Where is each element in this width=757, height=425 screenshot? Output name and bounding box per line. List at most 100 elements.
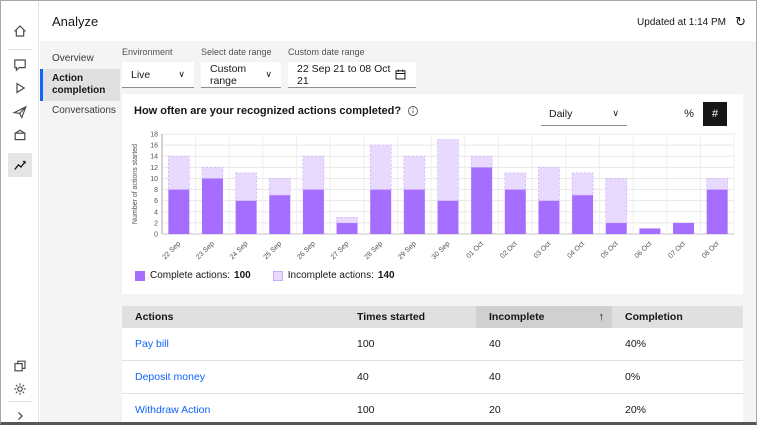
environment-filter: Environment Live ∨ bbox=[122, 47, 194, 88]
app-window: Analyze Updated at 1:14 PM ↻ Overview Ac… bbox=[0, 0, 757, 425]
svg-text:08 Oct: 08 Oct bbox=[701, 240, 721, 260]
svg-text:05 Oct: 05 Oct bbox=[600, 240, 620, 260]
svg-text:4: 4 bbox=[154, 209, 158, 216]
actions-table: Actions Times started Incomplete ↑ Compl… bbox=[122, 306, 743, 422]
page-header: Analyze Updated at 1:14 PM ↻ bbox=[40, 1, 756, 41]
svg-text:16: 16 bbox=[150, 143, 158, 150]
count-toggle-button[interactable]: # bbox=[703, 102, 727, 126]
analyze-icon[interactable] bbox=[8, 153, 32, 177]
svg-text:26 Sep: 26 Sep bbox=[296, 240, 317, 261]
svg-text:25 Sep: 25 Sep bbox=[263, 240, 284, 261]
subnav-item-overview[interactable]: Overview bbox=[40, 49, 120, 69]
svg-text:Number of actions started: Number of actions started bbox=[132, 144, 139, 224]
custom-date-range-label: Custom date range bbox=[288, 47, 365, 57]
svg-text:03 Oct: 03 Oct bbox=[533, 240, 553, 260]
incomplete-legend-swatch bbox=[272, 270, 283, 281]
svg-text:06 Oct: 06 Oct bbox=[634, 240, 654, 260]
svg-text:28 Sep: 28 Sep bbox=[363, 240, 384, 261]
updated-timestamp: Updated at 1:14 PM bbox=[637, 17, 726, 28]
analyze-subnav: Overview Action completion Conversations bbox=[40, 49, 120, 121]
svg-text:02 Oct: 02 Oct bbox=[499, 240, 519, 260]
chart-title: How often are your recognized actions co… bbox=[134, 105, 402, 117]
table-body: Pay bill 100 40 40% Deposit money 40 40 … bbox=[122, 328, 743, 422]
assistants-icon[interactable] bbox=[8, 354, 32, 378]
completion-value: 20% bbox=[625, 404, 647, 416]
svg-text:6: 6 bbox=[154, 198, 158, 205]
subnav-item-conversations[interactable]: Conversations bbox=[40, 101, 120, 121]
content-area: Overview Action completion Conversations… bbox=[40, 41, 756, 422]
interval-value: Daily bbox=[549, 107, 573, 120]
stacked-bar-chart: 0 2 4 6 8 10 12 14 16 18 22 Sep 23 Sep 24 Sep 25 Sep 2… bbox=[128, 130, 738, 271]
subnav-item-action-completion[interactable]: Action completion bbox=[40, 69, 120, 101]
completion-chart-card: How often are your recognized actions co… bbox=[122, 94, 743, 294]
incomplete-value: 20 bbox=[489, 404, 501, 416]
times-started-value: 100 bbox=[357, 338, 375, 350]
svg-text:0: 0 bbox=[154, 232, 158, 239]
svg-text:07 Oct: 07 Oct bbox=[667, 240, 687, 260]
settings-gear-icon[interactable] bbox=[8, 377, 32, 401]
date-range-value: Custom range bbox=[210, 62, 247, 87]
times-started-value: 100 bbox=[357, 404, 375, 416]
environment-label: Environment bbox=[122, 47, 173, 57]
column-header-incomplete[interactable]: Incomplete ↑ bbox=[476, 306, 612, 328]
play-icon[interactable] bbox=[8, 76, 32, 100]
action-link-withdraw-action[interactable]: Withdraw Action bbox=[135, 404, 210, 416]
svg-text:24 Sep: 24 Sep bbox=[229, 240, 250, 261]
svg-text:01 Oct: 01 Oct bbox=[466, 240, 486, 260]
custom-date-range-filter: Custom date range 22 Sep 21 to 08 Oct 21 bbox=[288, 47, 416, 88]
custom-date-range-input[interactable]: 22 Sep 21 to 08 Oct 21 bbox=[288, 62, 416, 88]
info-icon[interactable] bbox=[407, 105, 419, 117]
incomplete-legend-value: 140 bbox=[377, 270, 395, 281]
date-range-label: Select date range bbox=[201, 47, 272, 57]
icon-rail bbox=[1, 1, 39, 422]
svg-text:29 Sep: 29 Sep bbox=[397, 240, 418, 261]
date-range-dropdown[interactable]: Custom range ∨ bbox=[201, 62, 281, 88]
table-row: Withdraw Action 100 20 20% bbox=[122, 394, 743, 422]
environment-value: Live bbox=[131, 68, 151, 81]
times-started-value: 40 bbox=[357, 371, 369, 383]
table-row: Deposit money 40 40 0% bbox=[122, 361, 743, 394]
table-row: Pay bill 100 40 40% bbox=[122, 328, 743, 361]
svg-text:2: 2 bbox=[154, 220, 158, 227]
column-header-actions[interactable]: Actions bbox=[122, 306, 344, 328]
page-title: Analyze bbox=[52, 14, 99, 29]
complete-legend-swatch bbox=[135, 270, 145, 281]
refresh-icon[interactable]: ↻ bbox=[735, 14, 746, 30]
chevron-down-icon: ∨ bbox=[265, 69, 272, 79]
svg-text:27 Sep: 27 Sep bbox=[330, 240, 351, 261]
svg-text:12: 12 bbox=[150, 165, 158, 172]
interval-dropdown[interactable]: Daily ∨ bbox=[541, 102, 627, 126]
environments-icon[interactable] bbox=[8, 123, 32, 147]
custom-date-range-value: 22 Sep 21 to 08 Oct 21 bbox=[297, 62, 391, 87]
rail-divider bbox=[8, 49, 32, 50]
incomplete-header-label: Incomplete bbox=[489, 311, 545, 323]
rail-divider-bottom bbox=[8, 401, 32, 402]
action-link-deposit-money[interactable]: Deposit money bbox=[135, 371, 205, 383]
column-header-completion[interactable]: Completion bbox=[612, 306, 743, 328]
svg-text:22 Sep: 22 Sep bbox=[162, 240, 183, 261]
svg-text:8: 8 bbox=[154, 187, 158, 194]
chat-icon[interactable] bbox=[8, 53, 32, 77]
table-header-row: Actions Times started Incomplete ↑ Compl… bbox=[122, 306, 743, 328]
svg-text:30 Sep: 30 Sep bbox=[431, 240, 452, 261]
expand-rail-icon[interactable] bbox=[8, 404, 32, 422]
send-icon[interactable] bbox=[8, 100, 32, 124]
complete-legend-value: 100 bbox=[234, 270, 251, 281]
completion-value: 0% bbox=[625, 371, 641, 383]
svg-text:10: 10 bbox=[150, 176, 158, 183]
chart-legend: Complete actions: 100 Incomplete actions… bbox=[135, 270, 417, 281]
incomplete-value: 40 bbox=[489, 338, 501, 350]
percent-toggle-button[interactable]: % bbox=[677, 102, 701, 126]
calendar-icon bbox=[394, 68, 407, 81]
completion-value: 40% bbox=[625, 338, 647, 350]
environment-dropdown[interactable]: Live ∨ bbox=[122, 62, 194, 88]
chevron-down-icon: ∨ bbox=[612, 108, 619, 118]
column-header-times-started[interactable]: Times started bbox=[344, 306, 476, 328]
action-link-pay-bill[interactable]: Pay bill bbox=[135, 338, 169, 350]
incomplete-value: 40 bbox=[489, 371, 501, 383]
date-range-filter: Select date range Custom range ∨ bbox=[201, 47, 281, 88]
svg-text:18: 18 bbox=[150, 132, 158, 139]
incomplete-legend-label: Incomplete actions: bbox=[287, 270, 374, 281]
svg-text:04 Oct: 04 Oct bbox=[566, 240, 586, 260]
home-icon[interactable] bbox=[8, 19, 32, 43]
